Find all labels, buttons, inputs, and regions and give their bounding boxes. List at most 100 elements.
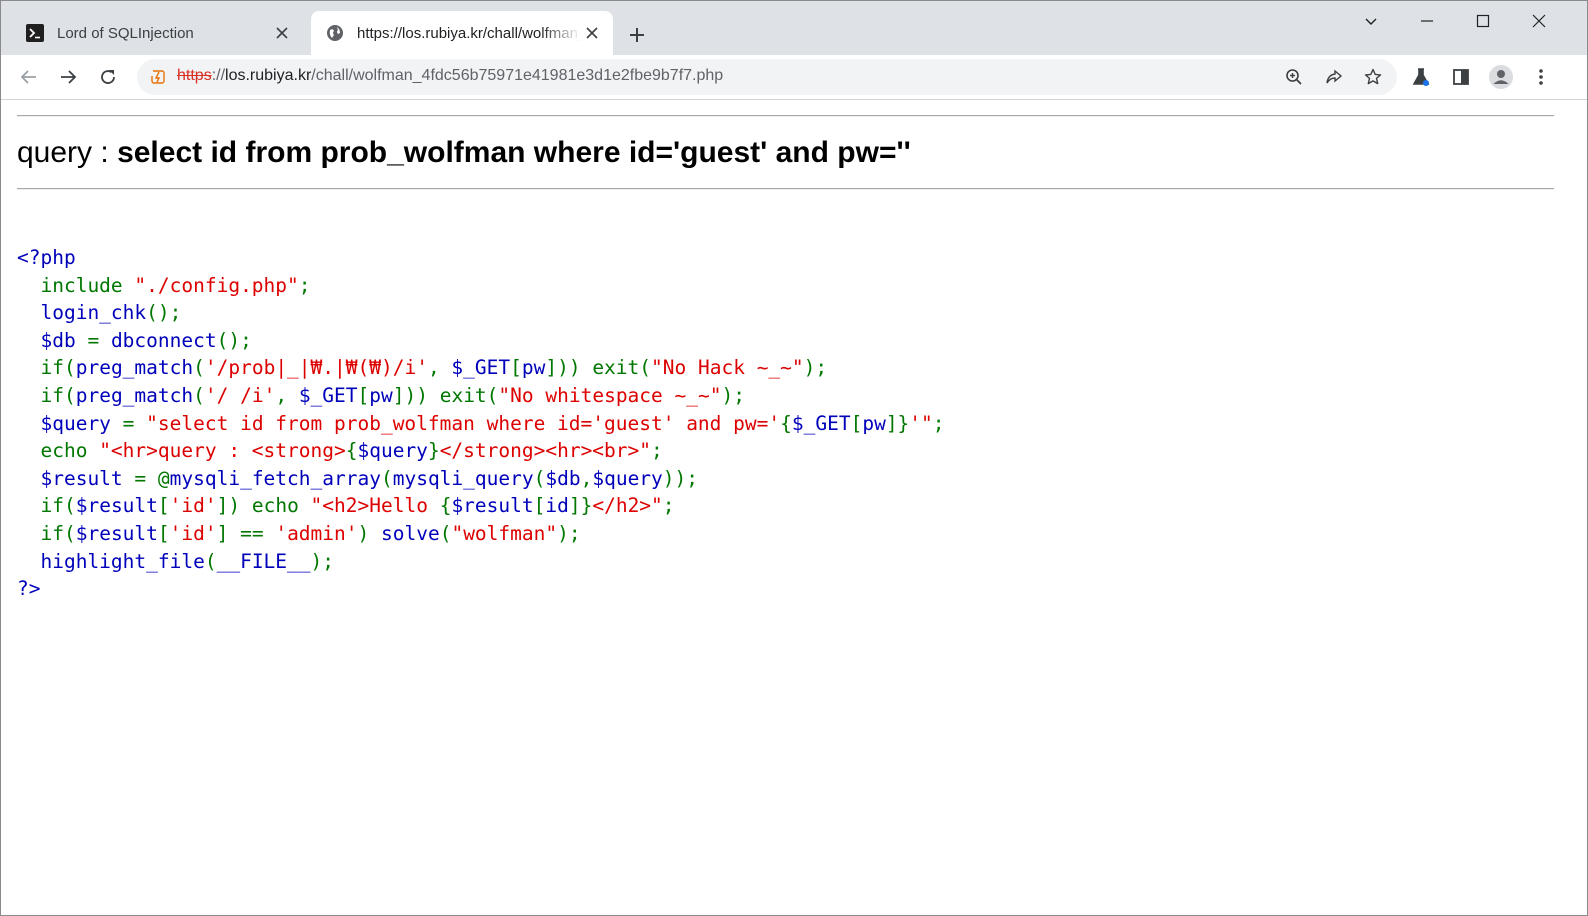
divider	[17, 188, 1554, 190]
tab-strip: Lord of SQLInjection https://los.rubiya.…	[1, 1, 1587, 55]
zoom-icon[interactable]	[1282, 65, 1306, 89]
code-token: = @	[134, 466, 170, 490]
code-token: '"	[909, 411, 933, 435]
code-token: (	[439, 521, 452, 545]
code-token: $_GET	[791, 411, 851, 435]
side-panel-button[interactable]	[1445, 61, 1477, 93]
code-token: );	[557, 521, 581, 545]
code-token: ?>	[17, 577, 41, 601]
not-secure-icon[interactable]	[149, 68, 167, 86]
tab-search-button[interactable]	[1343, 1, 1399, 41]
code-token: (	[193, 356, 205, 380]
arrow-left-icon	[20, 70, 36, 84]
code-token: "<h2>Hello	[310, 494, 440, 518]
code-token: id	[545, 494, 569, 518]
code-token: login_chk	[17, 301, 147, 325]
chevron-down-icon	[1365, 18, 1377, 25]
code-token: $result	[75, 494, 158, 518]
plus-icon	[630, 28, 644, 42]
arrow-right-icon	[61, 70, 77, 84]
code-token: $_GET	[298, 383, 358, 407]
browser-toolbar: https://los.rubiya.kr/chall/wolfman_4fdc…	[1, 55, 1587, 100]
code-token: (	[193, 383, 205, 407]
code-token: "select id from prob_wolfman where id='g…	[146, 411, 781, 435]
code-token: $result	[451, 494, 534, 518]
code-token: =	[87, 328, 111, 352]
code-token: "wolfman"	[451, 521, 558, 545]
side-panel-icon	[1453, 69, 1469, 85]
code-token: mysqli_fetch_array	[169, 466, 381, 490]
page-content: query : select id from prob_wolfman wher…	[1, 100, 1587, 915]
code-token: preg_match	[75, 383, 194, 407]
extension-button[interactable]	[1405, 61, 1437, 93]
reload-icon	[101, 70, 115, 84]
code-token: );	[721, 383, 745, 407]
code-token: $db	[17, 328, 88, 352]
url-host: los.rubiya.kr	[225, 67, 312, 84]
code-token: highlight_file	[17, 549, 205, 573]
code-token: $query	[592, 466, 663, 490]
maximize-button[interactable]	[1455, 1, 1511, 41]
close-window-button[interactable]	[1511, 1, 1567, 41]
code-token: "No Hack ~_~"	[651, 356, 804, 380]
code-token: include	[40, 273, 135, 297]
code-token: ]}	[568, 494, 593, 518]
back-button[interactable]	[13, 61, 45, 93]
url-text[interactable]: https://los.rubiya.kr/chall/wolfman_4fdc…	[177, 67, 723, 85]
php-source-code: <?php include "./config.php"; login_chk (…	[17, 244, 945, 603]
code-token: [	[157, 494, 170, 518]
code-token: dbconnect	[110, 328, 217, 352]
globe-icon	[325, 23, 345, 43]
share-icon[interactable]	[1322, 65, 1346, 89]
url-scheme: https	[177, 67, 212, 84]
code-token: {	[439, 494, 452, 518]
code-line: if(preg_match('/ /i', $_GET[pw])) exit("…	[17, 383, 745, 407]
close-tab-icon[interactable]	[581, 22, 603, 44]
tab-lord-of-sqlinjection[interactable]: Lord of SQLInjection	[11, 11, 303, 55]
code-token: '/ /i'	[204, 383, 276, 407]
code-token: =	[122, 411, 147, 435]
code-token: [	[850, 411, 863, 435]
minimize-button[interactable]	[1399, 1, 1455, 41]
code-token: $query	[357, 439, 428, 463]
bookmark-star-icon[interactable]	[1361, 65, 1385, 89]
reload-button[interactable]	[92, 61, 124, 93]
menu-button[interactable]	[1525, 61, 1557, 93]
profile-button[interactable]	[1485, 61, 1517, 93]
query-line: query : select id from prob_wolfman wher…	[17, 136, 911, 170]
forward-button[interactable]	[52, 61, 84, 93]
code-token: {	[780, 411, 792, 435]
code-line: $db = dbconnect();	[17, 328, 251, 352]
code-line: include "./config.php";	[17, 273, 311, 297]
code-token: );	[803, 356, 828, 380]
query-label: query :	[17, 136, 118, 169]
code-line: $result = @mysqli_fetch_array(mysqli_que…	[17, 467, 698, 490]
code-line: highlight_file(__FILE__);	[17, 550, 334, 573]
code-token: 'id'	[169, 521, 217, 545]
tab-wolfman[interactable]: https://los.rubiya.kr/chall/wolfman_4fdc…	[311, 11, 613, 55]
code-token: pw	[521, 356, 546, 380]
new-tab-button[interactable]	[623, 21, 651, 49]
code-token: (	[204, 549, 217, 573]
code-token: ])) exit(	[545, 356, 652, 380]
terminal-icon	[25, 23, 45, 43]
code-token: ));	[662, 466, 699, 490]
code-token: $result	[17, 466, 135, 490]
code-token: <?php	[17, 246, 76, 269]
code-line: echo "<hr>query : <strong>{$query}</stro…	[17, 439, 662, 463]
minimize-icon	[1421, 20, 1433, 22]
code-token: )	[357, 521, 381, 545]
code-token: ,	[580, 466, 593, 490]
close-tab-icon[interactable]	[271, 22, 293, 44]
code-line: if(preg_match('/prob|_|₩.|₩(₩)/i', $_GET…	[17, 356, 827, 379]
code-token: [	[357, 383, 370, 407]
code-token: 'id'	[169, 494, 217, 518]
address-bar[interactable]: https://los.rubiya.kr/chall/wolfman_4fdc…	[137, 59, 1397, 95]
code-token: [	[157, 521, 170, 545]
code-token: ;	[298, 273, 311, 297]
